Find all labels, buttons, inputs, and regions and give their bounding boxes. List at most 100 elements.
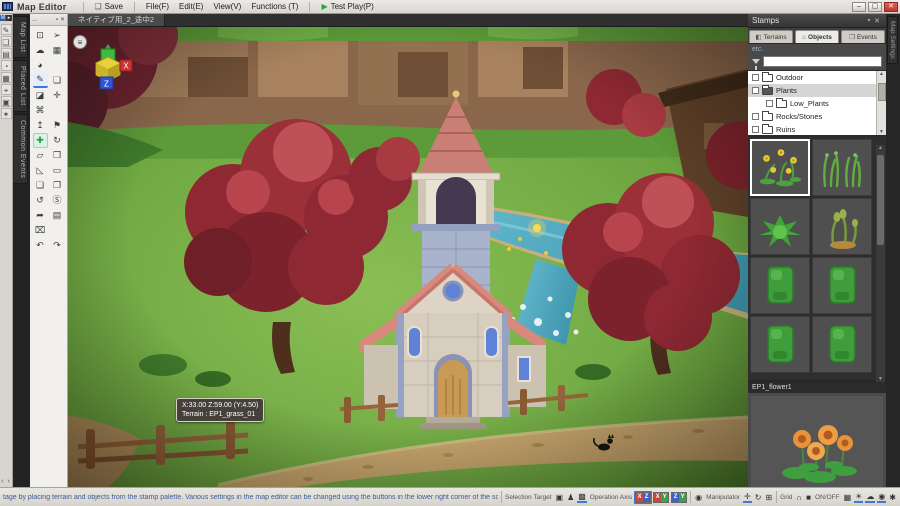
view-mode-icon[interactable]: ◉ (694, 493, 703, 502)
maximize-button[interactable]: ▢ (868, 2, 882, 12)
clone-tool[interactable]: ❏ (50, 73, 65, 88)
light-icon[interactable]: ☀ (854, 492, 863, 503)
stamp-search-input[interactable] (763, 56, 882, 67)
bush-cube-stamp-3[interactable] (750, 316, 810, 373)
axis-toggle[interactable]: XY (653, 492, 669, 503)
flower-stamp[interactable] (750, 139, 810, 196)
select-terrain-icon[interactable]: ▣ (555, 493, 565, 502)
edit-map-icon[interactable]: ✎ (1, 24, 12, 35)
copy-tool[interactable]: ❏ (33, 178, 48, 193)
clipboard-tool[interactable]: ▤ (50, 208, 65, 223)
menu-view[interactable]: View(V) (208, 1, 246, 12)
tall-grass-stamp[interactable] (812, 139, 872, 196)
pin-tool[interactable]: ⚑ (50, 118, 65, 133)
tile-stamp-tool[interactable]: ▦ (50, 43, 65, 58)
map-settings-tab[interactable]: Map Settings (887, 16, 898, 64)
globe-icon[interactable]: ◉ (877, 492, 886, 503)
layers-icon[interactable]: ▤ (1, 48, 12, 59)
pin-icon[interactable]: ▪ (56, 17, 58, 23)
delete-tool[interactable]: ⌧ (33, 223, 48, 238)
bush-cube-stamp-2[interactable] (812, 257, 872, 314)
scroll-thumb[interactable] (878, 83, 886, 101)
axis-gizmo[interactable]: X Z (84, 43, 136, 95)
minimize-button[interactable]: – (852, 2, 866, 12)
grid-view-icon[interactable]: ▦ (1, 72, 12, 83)
axis-toggle[interactable]: ZY (671, 492, 687, 503)
snap-magnet-icon[interactable]: ∩ (795, 493, 803, 502)
printer-icon[interactable]: ▣ (1, 96, 12, 107)
checkbox[interactable] (752, 74, 759, 81)
redo-tool[interactable]: ↷ (50, 238, 65, 253)
axis-toggle[interactable]: XZ (635, 492, 651, 503)
box-tool[interactable]: ▭ (50, 163, 65, 178)
fill-tool[interactable]: ↥ (33, 118, 48, 133)
scene-3d[interactable]: ≡ X Z X:33.00 Z:59.00 (Y:4.50) Terrain :… (68, 27, 748, 487)
display-grid-icon[interactable]: ▦ (843, 493, 853, 502)
gizmo-move-tool[interactable]: ✚ (33, 133, 48, 148)
checkbox[interactable] (766, 100, 773, 107)
manip-move-icon[interactable]: ✛ (743, 492, 752, 503)
select-both-icon[interactable]: ▩ (577, 492, 587, 503)
sprout-stamp[interactable] (812, 198, 872, 255)
side-tab-placed-list[interactable]: Placed List (14, 60, 28, 112)
undo-tool[interactable]: ↶ (33, 238, 48, 253)
close-button[interactable]: ✕ (884, 2, 898, 12)
lasso-select-tool[interactable]: ➢ (50, 28, 65, 43)
spacer[interactable] (50, 58, 65, 73)
checkbox[interactable] (752, 113, 759, 120)
checkbox[interactable] (752, 87, 759, 94)
scroll-thumb[interactable] (877, 155, 884, 245)
tab-objects[interactable]: ⌂ Objects (795, 30, 839, 43)
paste-tool[interactable]: ❐ (50, 178, 65, 193)
tree-item-rocks-stones[interactable]: Rocks/Stones (748, 110, 886, 123)
eraser-tool[interactable]: ◪ (33, 88, 48, 103)
tree-scrollbar[interactable]: ▲ ▼ (876, 71, 886, 135)
tab-events[interactable]: ❒ Events (841, 30, 885, 43)
rect-select-tool[interactable]: ⊡ (33, 28, 48, 43)
manip-rotate-icon[interactable]: ↻ (754, 493, 763, 502)
pen-tool[interactable]: ✎ (33, 73, 48, 88)
spacer[interactable] (50, 103, 65, 118)
camera-icon[interactable]: ⌖ (1, 84, 12, 95)
layer-stack-tool[interactable]: ❒ (50, 148, 65, 163)
test-play-button[interactable]: ▶ Test Play(P) (316, 1, 378, 12)
tree-item-outdoor[interactable]: Outdoor (748, 71, 886, 84)
ramp-tool[interactable]: ◺ (33, 163, 48, 178)
menu-functions[interactable]: Functions (T) (246, 1, 303, 12)
shadow-icon[interactable]: ☁ (865, 492, 875, 503)
manip-scale-icon[interactable]: ⊞ (764, 493, 773, 502)
scroll-up-icon[interactable]: ▲ (879, 71, 884, 77)
menu-edit[interactable]: Edit(E) (174, 1, 208, 12)
map-tab[interactable]: ネイティブ用_2_途中2 (68, 14, 165, 26)
export-tool[interactable]: ➦ (33, 208, 48, 223)
history-icon[interactable]: ◔ (1, 60, 12, 71)
sphere-select-tool[interactable]: ◕ (33, 58, 48, 73)
bush-cube-stamp-1[interactable] (750, 257, 810, 314)
scroll-down-icon[interactable]: ▼ (879, 129, 884, 135)
bush-cube-stamp-4[interactable] (812, 316, 872, 373)
checkbox[interactable] (752, 126, 759, 133)
close-icon[interactable]: ✕ (60, 16, 65, 23)
path-tool[interactable]: ⌘ (33, 103, 48, 118)
effects-icon[interactable]: ✶ (1, 108, 12, 119)
polygon-select-tool[interactable]: ☁ (33, 43, 48, 58)
select-object-icon[interactable]: ♟ (566, 493, 575, 502)
tree-item-ruins[interactable]: Ruins (748, 123, 886, 136)
tab-terrains[interactable]: ◧ Terrains (749, 30, 793, 43)
save-button[interactable]: ❑ Save (90, 1, 128, 12)
rail-scroll-arrows[interactable]: ‹ › (1, 478, 11, 485)
scroll-down-icon[interactable]: ▼ (878, 376, 883, 382)
thumbnail-scrollbar[interactable]: ▲ ▼ (876, 145, 885, 382)
leafy-plant-stamp[interactable] (750, 198, 810, 255)
rotate-object-tool[interactable]: ↺ (33, 193, 48, 208)
tree-item-plants[interactable]: Plants (748, 84, 886, 97)
filter-icon[interactable] (752, 59, 760, 64)
move-points-tool[interactable]: ✛ (50, 88, 65, 103)
gizmo-rotate-tool[interactable]: ↻ (50, 133, 65, 148)
copy-map-icon[interactable]: ❏ (1, 36, 12, 47)
scroll-up-icon[interactable]: ▲ (878, 145, 883, 151)
side-tab-common-events[interactable]: Common Events (14, 114, 28, 184)
grid-square-icon[interactable]: ■ (805, 493, 812, 502)
side-tab-map-list[interactable]: Map List (14, 16, 28, 58)
tree-item-low-plants[interactable]: Low_Plants (748, 97, 886, 110)
